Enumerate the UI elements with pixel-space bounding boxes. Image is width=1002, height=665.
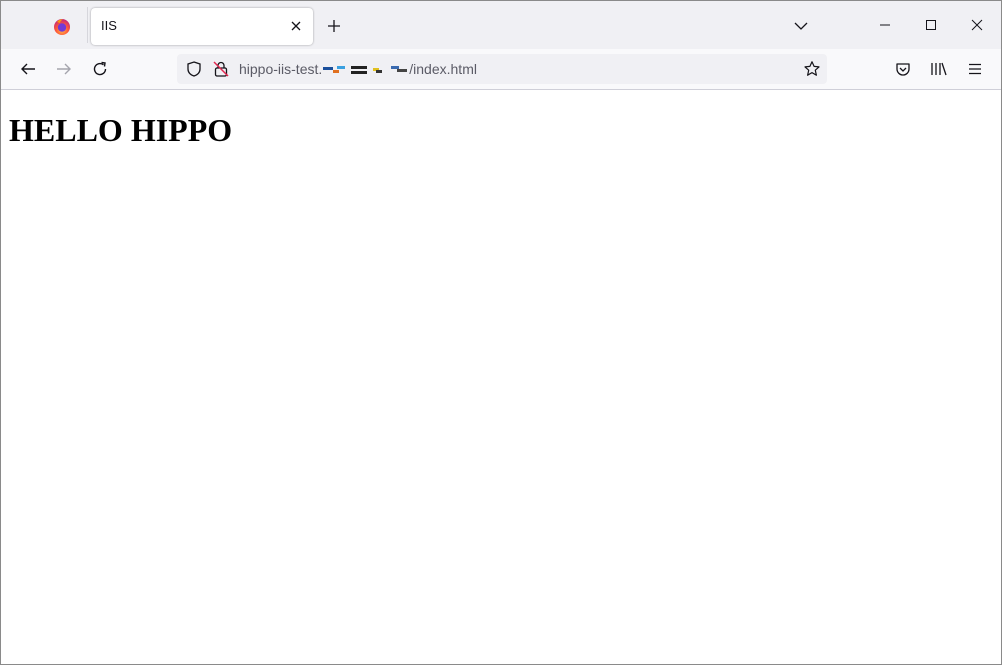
navigation-toolbar: hippo-iis-test. /index.html bbox=[1, 49, 1001, 90]
maximize-button[interactable] bbox=[908, 1, 954, 49]
url-text[interactable]: hippo-iis-test. /index.html bbox=[239, 61, 477, 77]
shield-icon[interactable] bbox=[185, 60, 203, 78]
close-icon bbox=[971, 19, 983, 31]
library-icon bbox=[931, 62, 947, 76]
app-menu-button[interactable] bbox=[961, 55, 989, 83]
arrow-right-icon bbox=[57, 63, 71, 75]
url-host-prefix: hippo-iis-test. bbox=[239, 61, 323, 77]
address-bar[interactable]: hippo-iis-test. /index.html bbox=[177, 54, 827, 84]
insecure-lock-icon[interactable] bbox=[212, 60, 230, 78]
url-path: /index.html bbox=[409, 61, 477, 77]
tab-separator bbox=[87, 7, 88, 43]
tab-title: IIS bbox=[101, 18, 117, 33]
page-heading: HELLO HIPPO bbox=[9, 112, 233, 148]
list-all-tabs-button[interactable] bbox=[790, 15, 812, 37]
library-button[interactable] bbox=[925, 55, 953, 83]
plus-icon bbox=[328, 20, 340, 32]
browser-window: IIS hippo-iis-test. /index.html HELLO HI… bbox=[0, 0, 1002, 665]
close-tab-icon[interactable] bbox=[287, 17, 305, 35]
minimize-icon bbox=[880, 24, 890, 26]
reload-icon bbox=[93, 61, 107, 76]
back-button[interactable] bbox=[14, 55, 42, 83]
minimize-button[interactable] bbox=[862, 1, 908, 49]
pocket-icon bbox=[896, 63, 910, 76]
tab-strip: IIS bbox=[1, 1, 1001, 49]
firefox-icon bbox=[53, 18, 71, 36]
arrow-left-icon bbox=[21, 63, 35, 75]
close-window-button[interactable] bbox=[954, 1, 1000, 49]
redacted-hostname bbox=[323, 65, 408, 75]
tab-iis[interactable]: IIS bbox=[91, 8, 313, 45]
star-icon[interactable] bbox=[803, 60, 821, 78]
reload-button[interactable] bbox=[86, 55, 114, 83]
page-content: HELLO HIPPO bbox=[1, 90, 1001, 664]
new-tab-button[interactable] bbox=[322, 14, 346, 38]
chevron-down-icon bbox=[794, 22, 808, 30]
forward-button[interactable] bbox=[50, 55, 78, 83]
maximize-icon bbox=[926, 20, 936, 30]
hamburger-menu-icon bbox=[969, 63, 981, 75]
pocket-button[interactable] bbox=[889, 55, 917, 83]
